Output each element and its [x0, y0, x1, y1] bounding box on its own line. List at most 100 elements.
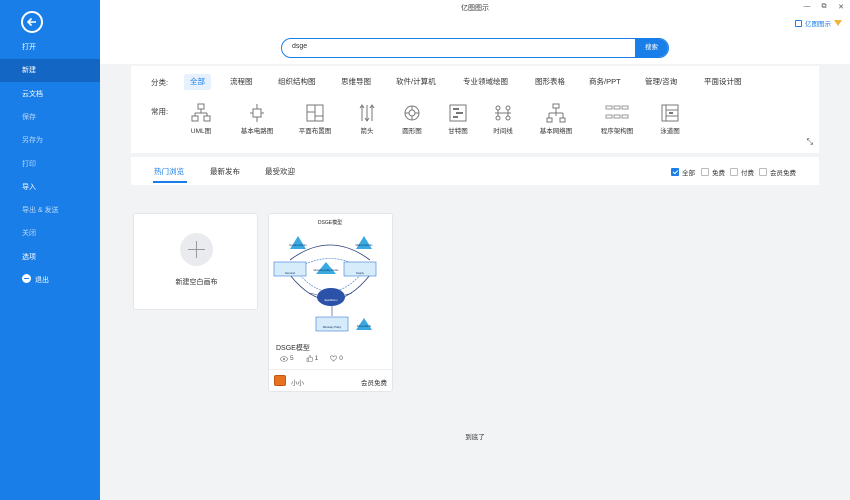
likes-stat[interactable]: 1 [306, 355, 319, 362]
sidebar-item-cloud-docs[interactable]: 云文档 [0, 83, 100, 106]
template-card[interactable]: DSGE模型 Demand shocks Mark-up shocks Mone… [268, 213, 393, 392]
common-swimlane[interactable]: 泳道图 [640, 103, 700, 135]
sidebar-item-new[interactable]: 新建 [0, 59, 100, 82]
category-graphic-design[interactable]: 平面设计图 [698, 74, 748, 90]
sidebar-item-print[interactable]: 打印 [0, 153, 100, 176]
plus-icon [180, 233, 213, 266]
restore-icon[interactable]: ⧉ [819, 3, 829, 11]
timeline-icon [495, 105, 511, 121]
tab-active-indicator [153, 181, 187, 183]
common-network-label: 基本网络图 [539, 128, 573, 135]
svg-text:Demand: Demand [285, 271, 295, 275]
gantt-icon [449, 104, 467, 122]
end-of-list-text: 到底了 [465, 434, 485, 441]
filter-all[interactable]: 全部 [671, 167, 695, 177]
favorites-stat[interactable]: 0 [330, 355, 343, 362]
likes-count: 1 [314, 355, 319, 362]
brand-label: 亿图图示 [805, 21, 831, 28]
back-arrow-icon[interactable] [21, 11, 43, 33]
sidebar-item-open[interactable]: 打开 [0, 36, 100, 59]
author-name[interactable]: 小小 [291, 377, 304, 387]
exit-icon [22, 274, 31, 283]
new-blank-canvas-label: 新建空白画布 [175, 279, 218, 286]
common-swimlane-label: 泳道图 [660, 128, 680, 135]
filter-free-checkbox[interactable] [701, 168, 709, 176]
sidebar: 打开 新建 云文档 保存 另存为 打印 导入 导出 & 发送 关闭 选项 退出 [0, 0, 100, 500]
common-timeline-label: 时间线 [493, 128, 513, 135]
chat-icon[interactable] [795, 19, 802, 27]
sidebar-item-export[interactable]: 导出 & 发送 [0, 199, 100, 222]
category-all[interactable]: 全部 [184, 74, 211, 90]
sidebar-item-exit-label: 退出 [35, 277, 49, 284]
tab-latest[interactable]: 最新发布 [210, 166, 240, 177]
category-label: 分类: [151, 78, 169, 87]
sidebar-item-options[interactable]: 选项 [0, 246, 100, 269]
tab-popular[interactable]: 最受欢迎 [265, 166, 295, 177]
category-management[interactable]: 管理/咨询 [639, 74, 683, 90]
expand-icon[interactable]: ⤡ [807, 137, 813, 147]
category-professional[interactable]: 专业领域绘图 [457, 74, 514, 90]
svg-text:Supply: Supply [356, 271, 365, 275]
svg-text:Equilibrium: Equilibrium [325, 298, 338, 302]
search-input[interactable] [292, 43, 592, 50]
filter-paid-checkbox[interactable] [730, 168, 738, 176]
circle-chart-icon [404, 105, 420, 121]
brand-link[interactable]: 亿图图示 [795, 18, 842, 28]
filter-member-free-checkbox[interactable] [759, 168, 767, 176]
author-avatar[interactable] [274, 375, 286, 386]
filter-member-free[interactable]: 会员免费 [759, 167, 796, 177]
arrow-icon [359, 104, 375, 122]
search-bar: 搜索 [281, 38, 669, 58]
category-org-chart[interactable]: 组织结构图 [272, 74, 322, 90]
svg-text:Policy shocks: Policy shocks [357, 325, 372, 328]
common-uml[interactable]: UML图 [171, 103, 231, 135]
common-floor-plan[interactable]: 平面布置图 [285, 103, 345, 135]
filter-paid-label: 付费 [741, 170, 754, 177]
category-business[interactable]: 商务/PPT [583, 74, 627, 90]
circuit-icon [250, 104, 264, 122]
views-stat: 5 [280, 355, 294, 362]
views-count: 5 [290, 355, 294, 362]
category-mind-map[interactable]: 思维导图 [335, 74, 377, 90]
architecture-icon [605, 105, 629, 119]
common-circuit-label: 基本电路图 [240, 128, 274, 135]
svg-text:Monetary policy shocks: Monetary policy shocks [314, 269, 340, 272]
minimize-icon[interactable]: — [802, 3, 812, 10]
tab-hot[interactable]: 热门浏览 [154, 166, 184, 177]
sidebar-item-import[interactable]: 导入 [0, 176, 100, 199]
thumb-title: DSGE模型 [318, 219, 342, 226]
main-area: 亿图图示 — ⧉ ✕ 亿图图示 搜索 分类: 全部 流程图 组织结构图 思维导图… [100, 0, 850, 500]
title-bar: 亿图图示 — ⧉ ✕ [100, 0, 850, 16]
sidebar-item-exit[interactable]: 退出 [0, 269, 100, 292]
sidebar-item-save[interactable]: 保存 [0, 106, 100, 129]
vip-gem-icon [834, 20, 842, 26]
card-divider [269, 369, 392, 370]
category-software[interactable]: 软件/计算机 [390, 74, 442, 90]
app-title: 亿图图示 [461, 5, 489, 12]
filter-paid[interactable]: 付费 [730, 167, 754, 177]
uml-icon [191, 103, 211, 122]
template-stats: 5 1 0 [280, 355, 343, 362]
filter-all-label: 全部 [682, 170, 695, 177]
new-blank-canvas-card[interactable]: 新建空白画布 [133, 213, 258, 310]
common-timeline[interactable]: 时间线 [473, 103, 533, 135]
filter-member-free-label: 会员免费 [770, 170, 796, 177]
swimlane-icon [661, 104, 679, 122]
common-floor-plan-label: 平面布置图 [298, 128, 332, 135]
common-network[interactable]: 基本网络图 [526, 103, 586, 135]
filter-all-checkbox[interactable] [671, 168, 679, 176]
common-architecture[interactable]: 程序架构图 [587, 103, 647, 135]
common-circuit[interactable]: 基本电路图 [227, 103, 287, 135]
category-panel: 分类: 全部 流程图 组织结构图 思维导图 软件/计算机 专业领域绘图 图形表格… [131, 66, 819, 153]
svg-text:Mark-up shocks: Mark-up shocks [356, 244, 374, 247]
favorites-count: 0 [339, 355, 343, 362]
floor-plan-icon [306, 104, 324, 122]
common-architecture-label: 程序架构图 [600, 128, 634, 135]
category-graphic-table[interactable]: 图形表格 [529, 74, 571, 90]
sidebar-item-save-as[interactable]: 另存为 [0, 129, 100, 152]
category-flowchart[interactable]: 流程图 [224, 74, 259, 90]
search-button[interactable]: 搜索 [635, 39, 668, 57]
sidebar-item-close[interactable]: 关闭 [0, 222, 100, 245]
close-icon[interactable]: ✕ [836, 3, 846, 11]
filter-free[interactable]: 免费 [701, 167, 725, 177]
